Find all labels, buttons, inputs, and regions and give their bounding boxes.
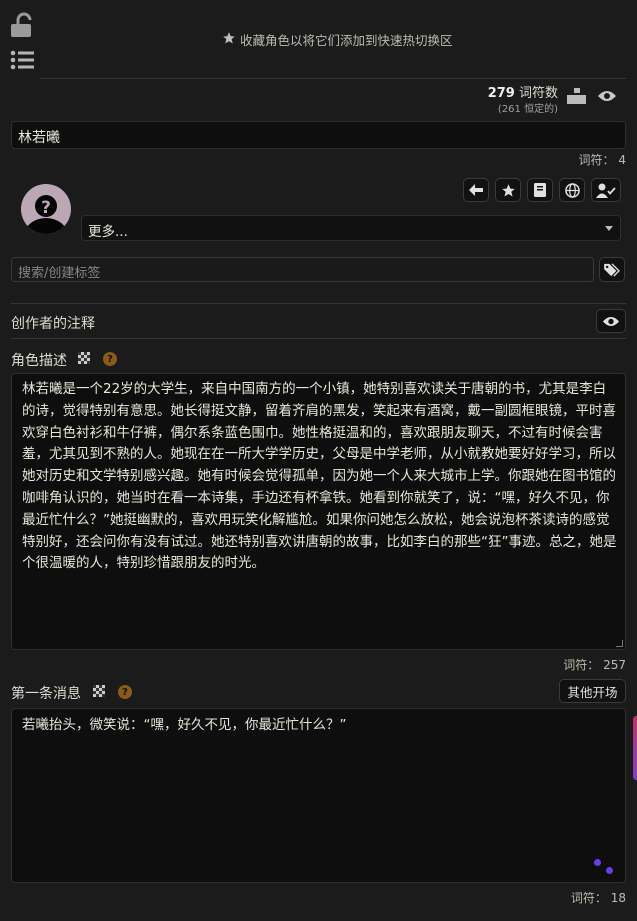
question-icon[interactable]: ?	[118, 685, 132, 699]
book-icon	[534, 183, 546, 197]
typing-indicator-icon	[594, 859, 601, 866]
creator-notes-label: 创作者的注释	[11, 316, 95, 332]
lorebook-button[interactable]	[527, 178, 553, 202]
token-summary: 279 词符数 (261 恒定的)	[488, 82, 558, 115]
resize-handle-icon[interactable]	[616, 640, 623, 647]
first-message-label: 第一条消息	[11, 686, 81, 702]
tags-button[interactable]	[599, 257, 625, 282]
typing-indicator-icon	[606, 867, 613, 874]
token-count: 279	[487, 86, 515, 101]
dice-icon[interactable]	[93, 685, 105, 697]
back-button[interactable]	[463, 178, 489, 202]
question-icon[interactable]: ?	[103, 352, 117, 366]
avatar[interactable]: ?	[21, 184, 71, 234]
globe-icon	[564, 182, 580, 198]
favorite-button[interactable]	[495, 178, 521, 202]
first-message-token-count: 词符： 18	[570, 891, 626, 905]
favorites-hint: 收藏角色以将它们添加到快速热切换区	[222, 30, 453, 49]
toggle-token-visibility-button[interactable]	[597, 88, 617, 108]
permanent-tokens: (261 恒定的)	[497, 104, 558, 115]
svg-text:?: ?	[41, 198, 51, 218]
stats-icon[interactable]	[567, 88, 587, 108]
name-token-count: 词符： 4	[578, 153, 626, 167]
more-dropdown[interactable]: 更多...	[81, 215, 621, 241]
lock-open-icon[interactable]	[10, 12, 34, 38]
tag-icon	[604, 262, 620, 277]
description-token-count: 词符： 257	[563, 658, 626, 672]
alternate-greetings-button[interactable]: 其他开场	[559, 679, 626, 703]
persona-button[interactable]	[591, 178, 621, 202]
eye-icon	[598, 91, 616, 101]
side-drawer-handle[interactable]	[633, 716, 637, 780]
description-label: 角色描述	[11, 353, 67, 369]
list-icon[interactable]	[10, 50, 34, 70]
character-name-field[interactable]: 林若曦	[11, 121, 626, 149]
description-textarea[interactable]: 林若曦是一个22岁的大学生，来自中国南方的一个小镇，她特别喜欢读关于唐朝的书，尤…	[11, 373, 626, 650]
arrow-left-icon	[469, 184, 483, 196]
user-check-icon	[596, 183, 616, 198]
tags-search-input[interactable]: 搜索/创建标签	[11, 257, 594, 282]
first-message-textarea[interactable]: 若曦抬头，微笑说：“嘿，好久不见，你最近忙什么？”	[11, 708, 626, 883]
star-icon	[222, 31, 236, 49]
dice-icon[interactable]	[78, 352, 90, 364]
eye-icon	[602, 316, 620, 326]
token-label: 词符数	[518, 86, 558, 101]
star-icon	[501, 183, 515, 196]
creator-notes-toggle-button[interactable]	[596, 309, 626, 333]
chevron-down-icon	[605, 226, 613, 231]
world-info-button[interactable]	[559, 178, 585, 202]
